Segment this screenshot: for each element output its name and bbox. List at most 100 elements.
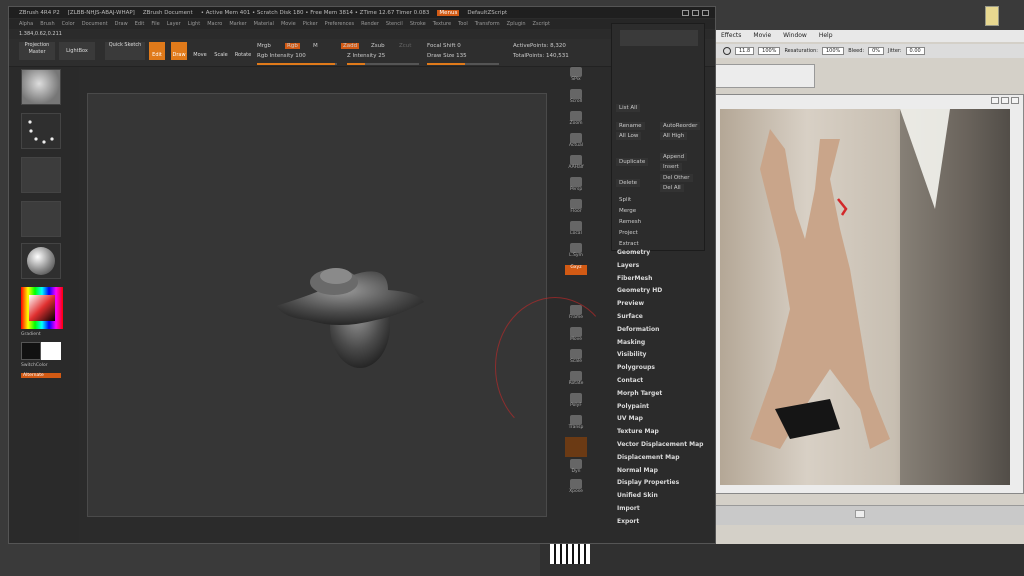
texture-thumbnail[interactable] [21,201,61,237]
lsym-button[interactable]: L.Sym [565,243,587,263]
local-button[interactable]: Local [565,221,587,241]
zoom-button[interactable]: Zoom [565,111,587,131]
close-icon[interactable] [1011,97,1019,104]
rgb-intensity-track[interactable] [257,63,337,65]
scale-button[interactable]: Scale [212,42,230,60]
move-view-button[interactable]: Move [565,327,587,347]
menu-item[interactable]: Stencil [386,21,403,27]
subpalette-contact[interactable]: Contact [617,375,717,388]
del-all-button[interactable]: Del All [660,184,684,192]
subpalette-unified-skin[interactable]: Unified Skin [617,490,717,503]
subpalette-masking[interactable]: Masking [617,337,717,350]
rotate-view-button[interactable]: Rotate [565,371,587,391]
horizontal-scrollbar[interactable] [715,505,1024,525]
mrgb-button[interactable]: Mrgb [257,43,271,49]
color-square[interactable] [29,295,55,321]
minimize-icon[interactable] [991,97,999,104]
xpose-button[interactable]: Xpose [565,479,587,499]
merge-button[interactable]: Merge [616,207,639,215]
edit-button[interactable]: Edit [149,42,165,60]
menu-item[interactable]: Material [254,21,274,27]
append-button[interactable]: Append [660,153,688,161]
rotate-button[interactable]: Rotate [233,42,253,60]
frame-button[interactable]: Frame [565,305,587,325]
menu-item[interactable]: Alpha [19,21,33,27]
rgb-button[interactable]: Rgb [285,43,300,49]
menu-item[interactable]: Edit [135,21,145,27]
m-button[interactable]: M [313,43,318,49]
all-low-button[interactable]: All Low [616,132,642,140]
subtool-thumbnail[interactable] [620,30,698,46]
brush-thumbnail[interactable] [21,69,61,105]
minimize-icon[interactable] [682,9,689,16]
menu-item[interactable]: Brush [40,21,54,27]
subpalette-texture-map[interactable]: Texture Map [617,426,717,439]
subpalette-polypaint[interactable]: Polypaint [617,401,717,414]
rename-button[interactable]: Rename [616,122,645,130]
aahalf-button[interactable]: AAHalf [565,155,587,175]
subpalette-uv-map[interactable]: UV Map [617,413,717,426]
subpalette-surface[interactable]: Surface [617,311,717,324]
autoreorder-button[interactable]: AutoReorder [660,122,701,130]
opacity-field[interactable]: 100% [758,47,781,55]
menu-item[interactable]: Document [82,21,108,27]
subpalette-morph-target[interactable]: Morph Target [617,388,717,401]
move-button[interactable]: Move [191,42,209,60]
menus-button[interactable]: Menus [437,9,460,16]
floor-button[interactable]: Floor [565,199,587,219]
rgb-intensity-slider[interactable]: Rgb Intensity 100 [257,53,306,59]
subpalette-geometry-hd[interactable]: Geometry HD [617,285,717,298]
menu-item[interactable]: Render [361,21,379,27]
lightbox-button[interactable]: LightBox [59,42,95,60]
solo-button[interactable] [565,437,587,457]
menu-item[interactable]: Marker [229,21,246,27]
spix-button[interactable]: SPix [565,67,587,87]
maximize-icon[interactable] [1001,97,1009,104]
project-button[interactable]: Project [616,229,641,237]
menu-item[interactable]: Texture [433,21,451,27]
menu-item[interactable]: Stroke [410,21,426,27]
resaturation-field[interactable]: 100% [821,47,845,55]
insert-button[interactable]: Insert [660,163,682,171]
subpalette-display-properties[interactable]: Display Properties [617,477,717,490]
menu-item[interactable]: Draw [115,21,128,27]
actual-button[interactable]: Actual [565,133,587,153]
maximize-icon[interactable] [692,9,699,16]
subpalette-polygroups[interactable]: Polygroups [617,362,717,375]
brush-icon[interactable] [723,47,731,55]
zadd-button[interactable]: Zadd [341,43,360,49]
subpalette-fibermesh[interactable]: FiberMesh [617,273,717,286]
zbrush-window[interactable]: ZBrush 4R4 P2 [ZLBB-NHJS-ABAJ-WHAP] ZBru… [8,6,716,544]
script-label[interactable]: DefaultZScript [467,10,507,16]
window-controls[interactable] [682,9,709,16]
delete-button[interactable]: Delete [616,179,641,187]
draw-size-slider[interactable]: Draw Size 135 [427,53,467,59]
menu-help[interactable]: Help [819,32,833,40]
stroke-thumbnail[interactable] [21,113,61,149]
quick-sketch-button[interactable]: Quick Sketch [105,42,145,60]
persp-button[interactable]: Persp [565,177,587,197]
subpalette-geometry[interactable]: Geometry [617,247,717,260]
menu-item[interactable]: Tool [458,21,468,27]
menu-item[interactable]: File [151,21,159,27]
window-controls[interactable] [991,97,1019,104]
main-color-swatch[interactable] [21,342,41,360]
focal-shift-slider[interactable]: Focal Shift 0 [427,43,461,49]
menu-item[interactable]: Zscript [533,21,550,27]
subpalette-export[interactable]: Export [617,516,717,529]
brush-size-field[interactable]: 11.8 [735,47,755,55]
reference-app-window[interactable]: Effects Movie Window Help 11.8 100% Resa… [715,30,1024,550]
menu-item[interactable]: Macro [207,21,222,27]
menu-item[interactable]: Movie [281,21,296,27]
polyf-button[interactable]: PolyF [565,393,587,413]
draw-size-track[interactable] [427,63,499,65]
close-icon[interactable] [702,9,709,16]
menu-item[interactable]: Transform [475,21,500,27]
all-high-button[interactable]: All High [660,132,688,140]
desktop-folder-icon[interactable] [985,6,999,26]
list-all-button[interactable]: List All [616,104,641,112]
zsub-button[interactable]: Zsub [371,43,385,49]
menu-item[interactable]: Zplugin [507,21,526,27]
menu-item[interactable]: Layer [167,21,181,27]
document-canvas[interactable] [87,93,547,517]
